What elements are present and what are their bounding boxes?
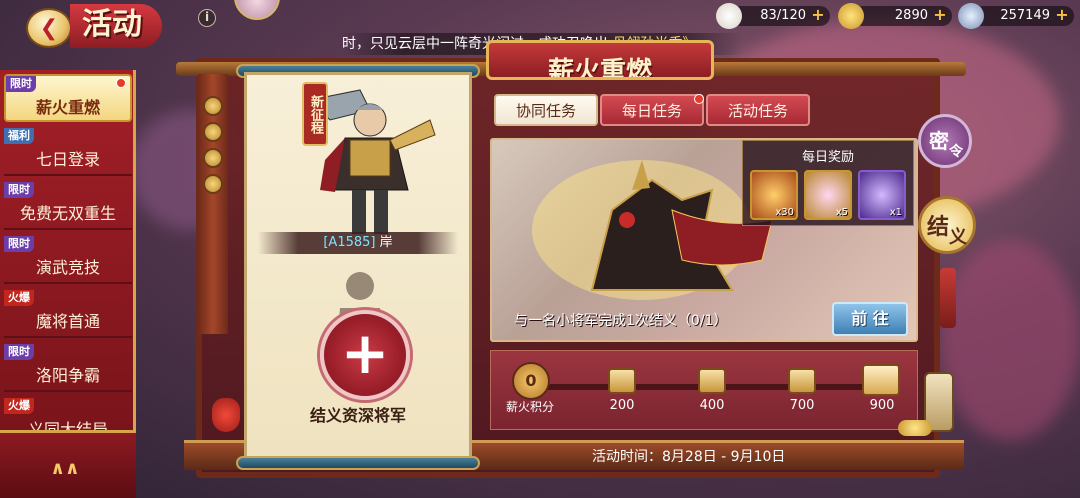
notification-dot	[694, 94, 704, 104]
activity-sidebar: 限时 薪火重燃 福利 七日登录 限时 免费无双重生 限时 演武竞技 火爆 魔将首…	[0, 70, 136, 430]
reward-count: x1	[889, 207, 902, 218]
coin-pile-icon	[898, 420, 932, 436]
tag-limited: 限时	[4, 344, 34, 360]
notification-dot	[116, 78, 126, 88]
reward-chest-icon[interactable]	[788, 368, 816, 394]
reward-chest-icon[interactable]	[698, 368, 726, 394]
coin-icon	[203, 96, 223, 116]
milestone-value: 200	[609, 398, 635, 413]
stamina-value: 83/120	[760, 8, 806, 23]
gold-value: 2890	[894, 8, 928, 23]
activity-banner: 薪火重燃	[486, 40, 714, 80]
milestone-value: 700	[789, 398, 815, 413]
big-reward-chest-icon[interactable]	[862, 364, 900, 396]
add-coin-button[interactable]: +	[1054, 7, 1070, 24]
tab-cooperative-tasks[interactable]: 协同任务	[494, 94, 598, 126]
add-partner-button[interactable]: +	[320, 310, 410, 400]
sidebar-item-xinhuo[interactable]: 限时 薪火重燃	[4, 74, 132, 122]
sidebar-item-label: 洛阳争霸	[35, 366, 100, 385]
sidebar-item-free-rebirth[interactable]: 限时 免费无双重生	[4, 182, 132, 230]
top-bar: ❮ 活动 i 83/120 + 2890 + 257149 +	[0, 0, 1080, 48]
coin-icon	[203, 174, 223, 194]
page-title: 活动	[70, 4, 162, 48]
score-circle: 0	[512, 362, 550, 400]
mi-char: 密	[929, 129, 949, 153]
resource-gold: 2890 +	[838, 3, 952, 29]
milestone-value: 900	[869, 398, 895, 413]
coin-value: 257149	[1000, 8, 1050, 23]
tag-limited: 限时	[4, 182, 34, 198]
score-label: 薪火积分	[505, 400, 554, 414]
tab-event-tasks[interactable]: 活动任务	[706, 94, 810, 126]
fire-brazier-icon[interactable]: x30	[750, 170, 798, 220]
jie-char: 结	[927, 214, 950, 240]
task-description: 与一名小将军完成1次结义（0/1）	[514, 313, 728, 329]
bun-icon	[716, 3, 742, 29]
sworn-brotherhood-button[interactable]: 结 义	[918, 196, 976, 254]
reward-count: x30	[775, 207, 794, 218]
coin-icon	[203, 148, 223, 168]
double-chevron-up-icon[interactable]: ∧∧	[30, 456, 100, 482]
tab-label: 活动任务	[727, 102, 788, 120]
lantern-decoration	[940, 268, 956, 328]
resource-stamina: 83/120 +	[716, 3, 830, 29]
resource-coin: 257149 +	[958, 3, 1074, 29]
back-arrow-icon[interactable]: ❮	[26, 8, 72, 48]
tag-hot: 火爆	[4, 290, 34, 306]
tag-fuli: 福利	[4, 128, 34, 144]
go-button[interactable]: 前 往	[832, 302, 908, 336]
add-partner-label: 结义资深将军	[309, 406, 406, 425]
gold-ingot-icon	[838, 3, 864, 29]
hero-nameplate: [A1585] 岸	[258, 232, 458, 254]
sidebar-item-label: 魔将首通	[35, 312, 100, 331]
milestone-value: 400	[699, 398, 725, 413]
fortune-bag-icon	[212, 398, 240, 432]
purple-crystal-icon[interactable]: x1	[858, 170, 906, 220]
blossom-tree-bg	[940, 240, 1080, 440]
add-gold-button[interactable]: +	[932, 7, 948, 24]
reward-chest-icon[interactable]	[608, 368, 636, 394]
sidebar-item-luoyang[interactable]: 限时 洛阳争霸	[4, 344, 132, 392]
sidebar-item-label: 免费无双重生	[19, 204, 116, 223]
tag-limited: 限时	[4, 236, 34, 252]
add-stamina-button[interactable]: +	[810, 7, 826, 24]
avatar[interactable]	[234, 0, 280, 20]
banner-title: 薪火重燃	[547, 57, 652, 80]
treasure-chest-icon[interactable]: x5	[804, 170, 852, 220]
new-journey-badge: 新征程	[302, 82, 328, 146]
sidebar-item-finale[interactable]: 火爆 义同大结局	[4, 398, 132, 430]
secret-order-button[interactable]: 密 令	[918, 114, 972, 168]
sidebar-item-7day-login[interactable]: 福利 七日登录	[4, 128, 132, 176]
daily-reward-title: 每日奖励	[801, 150, 854, 165]
sidebar-item-label: 演武竞技	[35, 258, 100, 277]
silver-coin-icon	[958, 3, 984, 29]
sidebar-item-demon-first[interactable]: 火爆 魔将首通	[4, 290, 132, 338]
yi-char: 义	[949, 227, 967, 248]
activity-time: 活动时间：8月28日 - 9月10日	[592, 449, 786, 465]
coin-icon	[203, 122, 223, 142]
tab-label: 每日任务	[621, 102, 682, 120]
reward-count: x5	[835, 207, 848, 218]
hero-code: [A1585]	[323, 235, 376, 250]
sidebar-item-label: 薪火重燃	[35, 98, 100, 117]
scroll-rod	[236, 456, 480, 470]
sidebar-item-label: 七日登录	[35, 150, 100, 169]
info-icon[interactable]: i	[198, 9, 216, 27]
hero-name: 岸	[379, 235, 393, 250]
sidebar-item-arena[interactable]: 限时 演武竞技	[4, 236, 132, 284]
sidebar-item-label: 义同大结局	[27, 420, 108, 430]
tag-limited: 限时	[6, 76, 36, 92]
ling-char: 令	[949, 144, 963, 160]
tag-hot: 火爆	[4, 398, 34, 414]
tab-daily-tasks[interactable]: 每日任务	[600, 94, 704, 126]
tab-label: 协同任务	[515, 102, 576, 120]
